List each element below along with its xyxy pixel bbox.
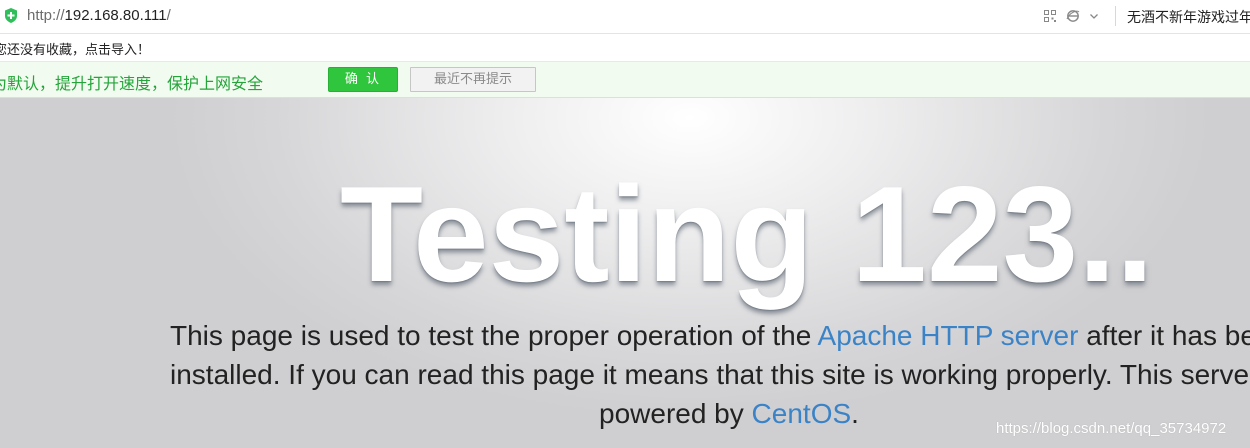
line3-suffix: .: [851, 398, 859, 429]
line3-prefix: powered by: [599, 398, 752, 429]
page-title: Testing 123..: [340, 158, 1154, 310]
notification-bar: 为默认，提升打开速度，保护上网安全 确 认 最近不再提示: [0, 62, 1250, 98]
confirm-button[interactable]: 确 认: [328, 67, 398, 92]
apache-link[interactable]: Apache HTTP server: [818, 320, 1079, 351]
divider: [1115, 6, 1116, 26]
centos-link[interactable]: CentOS: [752, 398, 852, 429]
bookmark-import-link[interactable]: 您还没有收藏，点击导入！: [0, 39, 150, 58]
page-content: Testing 123.. This page is used to test …: [0, 98, 1250, 448]
url-protocol: http://: [27, 7, 65, 24]
address-bar: http://192.168.80.111/ 无酒不新年游戏过年: [0, 0, 1250, 34]
dismiss-button[interactable]: 最近不再提示: [410, 67, 536, 92]
ie-compatibility-icon[interactable]: [1066, 9, 1080, 23]
line1-prefix: This page is used to test the proper ope…: [170, 320, 818, 351]
description-line-3: powered by CentOS.: [599, 394, 859, 433]
notification-message: 为默认，提升打开速度，保护上网安全: [0, 74, 264, 93]
description-line-2: installed. If you can read this page it …: [170, 359, 1250, 390]
watermark: https://blog.csdn.net/qq_35734972: [996, 420, 1227, 437]
qr-code-icon[interactable]: [1044, 10, 1056, 22]
url-host: 192.168.80.111: [64, 7, 167, 24]
chevron-down-icon[interactable]: [1089, 11, 1099, 21]
bookmark-bar: 您还没有收藏，点击导入！: [0, 34, 1250, 62]
line1-suffix: after it has been: [1086, 320, 1250, 351]
url-field[interactable]: http://192.168.80.111/: [27, 7, 171, 24]
url-trailing: /: [166, 7, 171, 24]
description-line-1: This page is used to test the proper ope…: [170, 316, 1250, 355]
search-input[interactable]: 无酒不新年游戏过年: [1127, 7, 1250, 27]
security-shield-icon[interactable]: [4, 8, 18, 23]
